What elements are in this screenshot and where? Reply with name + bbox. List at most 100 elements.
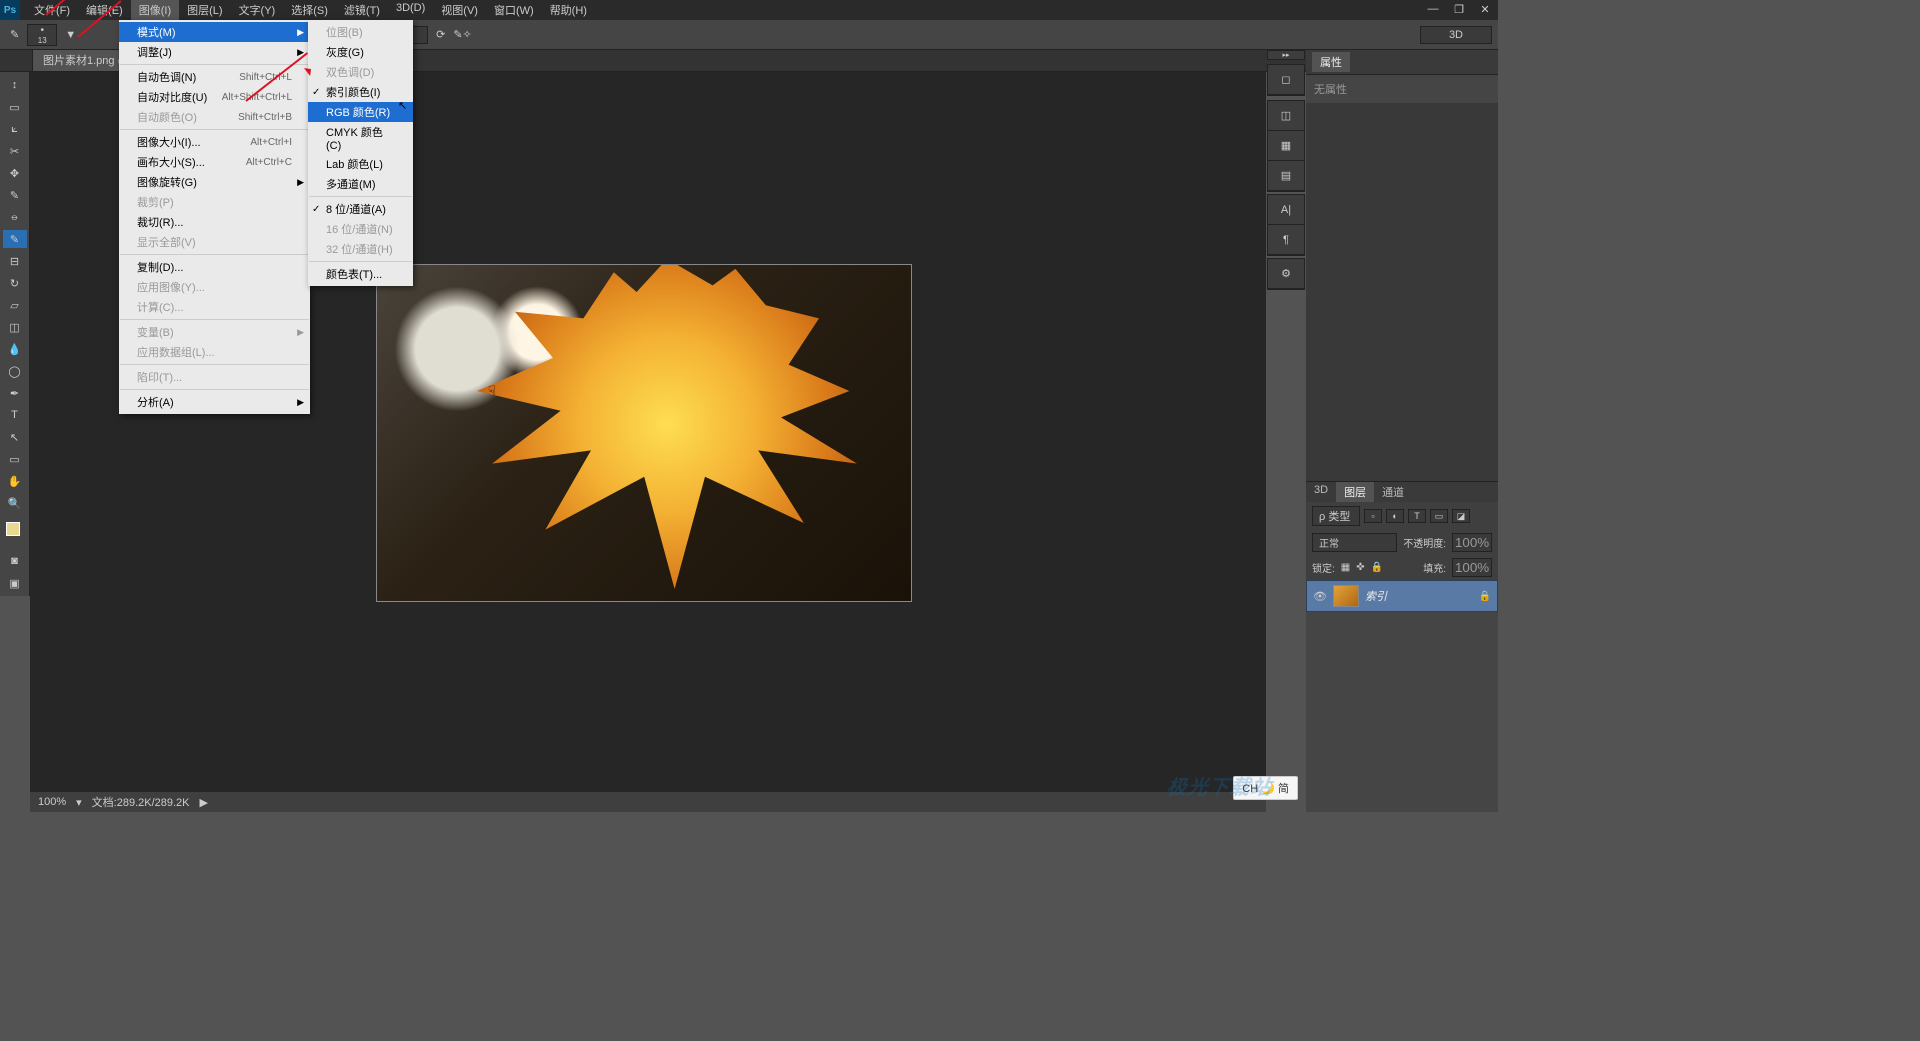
- tab-channels[interactable]: 通道: [1374, 482, 1412, 502]
- tab-layers[interactable]: 图层: [1336, 482, 1374, 502]
- ps-logo: Ps: [0, 0, 20, 20]
- menu-filter[interactable]: 滤镜(T): [336, 0, 388, 21]
- filter-adjust-icon[interactable]: ◐: [1386, 509, 1404, 523]
- swatches-panel-icon[interactable]: ▦: [1268, 131, 1304, 161]
- fg-color-swatch[interactable]: [6, 522, 20, 536]
- move-tool-icon[interactable]: ↕: [3, 76, 27, 94]
- submenu-item-a[interactable]: ✓8 位/通道(A): [308, 199, 413, 219]
- pen-tool-icon[interactable]: ✒: [3, 384, 27, 402]
- brush-tool-icon[interactable]: ✎: [3, 230, 27, 248]
- menu-item-i[interactable]: 图像大小(I)...Alt+Ctrl+I: [119, 132, 310, 152]
- lock-pixels-icon[interactable]: ▦: [1341, 562, 1350, 573]
- menu-item-g[interactable]: 图像旋转(G)▶: [119, 172, 310, 192]
- brush-picker-icon[interactable]: ▼: [65, 29, 76, 41]
- menu-view[interactable]: 视图(V): [433, 0, 486, 21]
- hand-tool-icon[interactable]: ✋: [3, 472, 27, 490]
- adjustments-panel-icon[interactable]: ⚙: [1268, 259, 1304, 289]
- submenu-item-labl[interactable]: Lab 颜色(L): [308, 154, 413, 174]
- menu-image[interactable]: 图像(I): [131, 0, 179, 21]
- lock-position-icon[interactable]: ✜: [1356, 562, 1364, 573]
- layer-name[interactable]: 索引: [1365, 588, 1473, 604]
- close-button[interactable]: ✕: [1472, 0, 1498, 18]
- menu-type[interactable]: 文字(Y): [231, 0, 284, 21]
- panel-dock: 属性 无属性 3D 图层 通道 ρ 类型 ▫ ◐ T ▭ ◪ 正常 不透明度: …: [1306, 50, 1498, 812]
- layer-thumbnail[interactable]: [1333, 585, 1359, 607]
- stamp-tool-icon[interactable]: ⊟: [3, 252, 27, 270]
- status-chevron-icon[interactable]: ▾: [76, 796, 82, 809]
- quickmask-icon[interactable]: ◙: [3, 552, 27, 570]
- lasso-tool-icon[interactable]: ⟀: [3, 120, 27, 138]
- submenu-item-g[interactable]: 灰度(G): [308, 42, 413, 62]
- zoom-tool-icon[interactable]: 🔍: [3, 494, 27, 512]
- menu-item-s[interactable]: 画布大小(S)...Alt+Ctrl+C: [119, 152, 310, 172]
- menu-layer[interactable]: 图层(L): [179, 0, 230, 21]
- tool-preset-icon[interactable]: ✎: [10, 28, 19, 41]
- menu-item-d[interactable]: 复制(D)...: [119, 257, 310, 277]
- menu-select[interactable]: 选择(S): [283, 0, 336, 21]
- submenu-item-t[interactable]: 颜色表(T)...: [308, 264, 413, 284]
- panel-collapse-toggle[interactable]: ▸▸: [1267, 50, 1305, 60]
- blend-mode-select[interactable]: 正常: [1312, 533, 1397, 552]
- paragraph-panel-icon[interactable]: ¶: [1268, 225, 1304, 255]
- blur-tool-icon[interactable]: 💧: [3, 340, 27, 358]
- filter-type-icon[interactable]: T: [1408, 509, 1426, 523]
- status-arrow-icon[interactable]: ▶: [200, 796, 208, 809]
- fill-input[interactable]: [1452, 558, 1492, 577]
- lock-row: 锁定: ▦ ✜ 🔒 填充:: [1306, 555, 1498, 580]
- eraser-tool-icon[interactable]: ▱: [3, 296, 27, 314]
- menu-3d[interactable]: 3D(D): [388, 0, 433, 21]
- filter-type-select[interactable]: ρ 类型: [1312, 506, 1360, 526]
- history-panel-icon[interactable]: ◻: [1268, 65, 1304, 95]
- menu-item-n[interactable]: 自动色调(N)Shift+Ctrl+L: [119, 67, 310, 87]
- tab-3d[interactable]: 3D: [1306, 482, 1336, 502]
- status-bar: 100% ▾ 文档:289.2K/289.2K ▶: [30, 792, 1266, 812]
- workspace-select[interactable]: 3D: [1420, 26, 1492, 44]
- filter-shape-icon[interactable]: ▭: [1430, 509, 1448, 523]
- lock-label: 锁定:: [1312, 560, 1335, 575]
- path-tool-icon[interactable]: ↖: [3, 428, 27, 446]
- eyedropper-tool-icon[interactable]: ✎: [3, 186, 27, 204]
- character-panel-icon[interactable]: A|: [1268, 195, 1304, 225]
- brush-preview[interactable]: • 13: [27, 24, 57, 46]
- wand-tool-icon[interactable]: ✂: [3, 142, 27, 160]
- menu-window[interactable]: 窗口(W): [486, 0, 542, 21]
- minimize-button[interactable]: —: [1420, 0, 1446, 18]
- lock-all-icon[interactable]: 🔒: [1371, 562, 1383, 573]
- window-controls: — ❐ ✕: [1420, 0, 1498, 18]
- maximize-button[interactable]: ❐: [1446, 0, 1472, 18]
- dodge-tool-icon[interactable]: ◯: [3, 362, 27, 380]
- type-tool-icon[interactable]: T: [3, 406, 27, 424]
- color-swatches[interactable]: [6, 522, 24, 540]
- marquee-tool-icon[interactable]: ▭: [3, 98, 27, 116]
- spot-heal-tool-icon[interactable]: ⦵: [3, 208, 27, 226]
- crop-tool-icon[interactable]: ✥: [3, 164, 27, 182]
- visibility-toggle-icon[interactable]: 👁: [1313, 590, 1327, 603]
- submenu-item-cmykc[interactable]: CMYK 颜色(C): [308, 122, 413, 154]
- filter-pixel-icon[interactable]: ▫: [1364, 509, 1382, 523]
- menu-item-m[interactable]: 模式(M)▶: [119, 22, 310, 42]
- status-zoom[interactable]: 100%: [38, 796, 66, 808]
- history-brush-icon[interactable]: ↻: [3, 274, 27, 292]
- pressure-size-icon[interactable]: ⟳: [436, 28, 445, 41]
- color-panel-icon[interactable]: ◫: [1268, 101, 1304, 131]
- menu-item-r[interactable]: 裁切(R)...: [119, 212, 310, 232]
- layer-row[interactable]: 👁 索引 🔒: [1306, 580, 1498, 612]
- document-canvas[interactable]: ☟: [376, 264, 912, 602]
- screenmode-icon[interactable]: ▣: [3, 574, 27, 592]
- shape-tool-icon[interactable]: ▭: [3, 450, 27, 468]
- status-doc-info[interactable]: 文档:289.2K/289.2K: [92, 794, 190, 810]
- airbrush-icon[interactable]: ✎✧: [453, 28, 471, 41]
- gradient-tool-icon[interactable]: ◫: [3, 318, 27, 336]
- menu-item-j[interactable]: 调整(J)▶: [119, 42, 310, 62]
- opacity-input[interactable]: [1452, 533, 1492, 552]
- submenu-item-m[interactable]: 多通道(M): [308, 174, 413, 194]
- submenu-item-d: 双色调(D): [308, 62, 413, 82]
- menu-edit[interactable]: 编辑(E): [78, 0, 131, 21]
- menu-item-b: 变量(B)▶: [119, 322, 310, 342]
- properties-tab[interactable]: 属性: [1312, 52, 1350, 72]
- menu-item-a[interactable]: 分析(A)▶: [119, 392, 310, 412]
- filter-smart-icon[interactable]: ◪: [1452, 509, 1470, 523]
- menu-help[interactable]: 帮助(H): [542, 0, 595, 21]
- menu-item-u[interactable]: 自动对比度(U)Alt+Shift+Ctrl+L: [119, 87, 310, 107]
- styles-panel-icon[interactable]: ▤: [1268, 161, 1304, 191]
